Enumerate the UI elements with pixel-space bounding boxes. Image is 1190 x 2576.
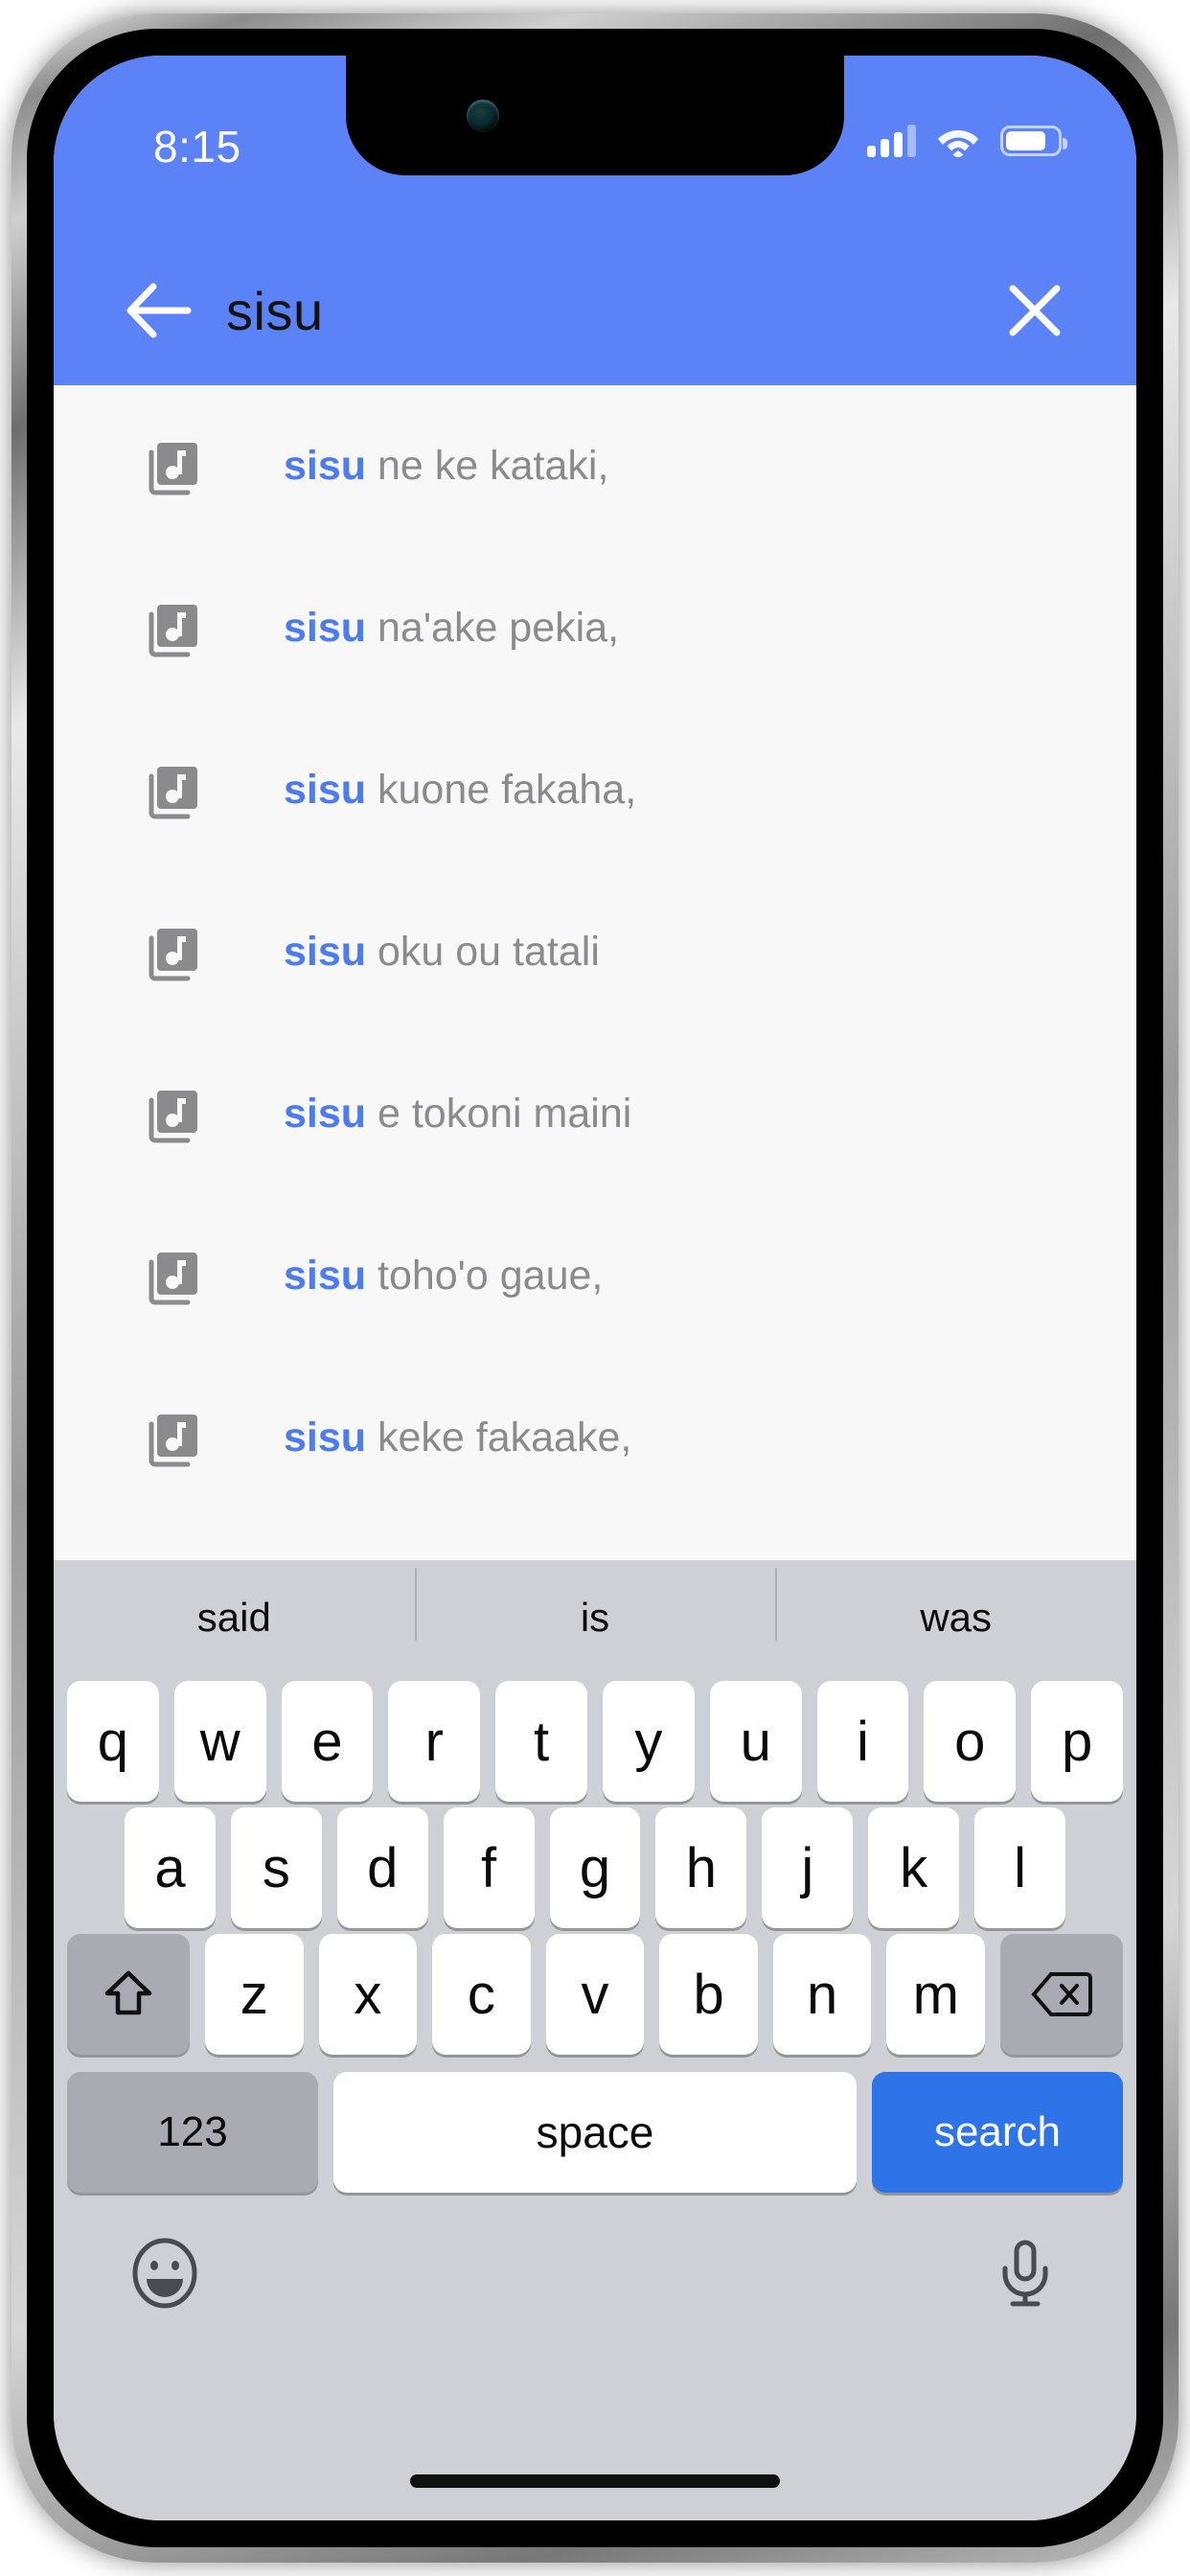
library-music-icon (149, 1090, 197, 1142)
battery-icon (1000, 126, 1067, 156)
backspace-key[interactable] (1000, 1934, 1124, 2055)
match-highlight: sisu (284, 767, 367, 813)
back-button[interactable] (109, 261, 209, 360)
keyboard-row-1: q w e r t y u i o p (54, 1681, 1136, 1802)
signal-bars-icon (867, 125, 916, 157)
key-z[interactable]: z (204, 1934, 304, 2055)
match-rest: kuone fakaha, (366, 767, 637, 813)
key-g[interactable]: g (549, 1807, 641, 1928)
space-key[interactable]: space (333, 2072, 857, 2193)
key-j[interactable]: j (762, 1807, 854, 1928)
list-item-label: sisu ne ke kataki, (284, 443, 608, 490)
key-c[interactable]: c (432, 1934, 531, 2055)
keyboard-bottom-bar (54, 2193, 1136, 2354)
list-item[interactable]: sisu toho'o gaue, (54, 1195, 1136, 1357)
status-bar-indicators (867, 125, 1067, 157)
key-m[interactable]: m (886, 1934, 986, 2055)
key-b[interactable]: b (659, 1934, 758, 2055)
list-item[interactable]: sisu ne ke kataki, (54, 385, 1136, 547)
virtual-keyboard: said is was q w e r t y u i o p a s d f (54, 1560, 1136, 2520)
shift-key[interactable] (66, 1934, 190, 2055)
match-rest: ne ke kataki, (366, 443, 609, 489)
library-music-icon (149, 1252, 197, 1304)
phone-device-frame: 8:15 sisu sisu ne ke kataki, sisu na'ake… (11, 13, 1179, 2563)
key-a[interactable]: a (125, 1807, 216, 1928)
key-p[interactable]: p (1031, 1681, 1123, 1802)
match-highlight: sisu (284, 929, 367, 975)
home-indicator[interactable] (410, 2474, 780, 2488)
match-highlight: sisu (284, 443, 367, 489)
list-item-label: sisu toho'o gaue, (284, 1253, 603, 1300)
library-music-icon (149, 442, 197, 494)
key-l[interactable]: l (974, 1807, 1066, 1928)
list-item[interactable]: sisu keke fakaake, (54, 1357, 1136, 1519)
key-h[interactable]: h (655, 1807, 747, 1928)
list-item-label: sisu keke fakaake, (284, 1414, 631, 1461)
list-item-label: sisu oku ou tatali (284, 929, 600, 976)
key-s[interactable]: s (230, 1807, 322, 1928)
key-x[interactable]: x (318, 1934, 418, 2055)
match-highlight: sisu (284, 1414, 367, 1460)
match-highlight: sisu (284, 605, 367, 651)
numbers-key[interactable]: 123 (67, 2072, 318, 2193)
search-query-text[interactable]: sisu (226, 280, 324, 342)
keyboard-row-4: 123 space search (54, 2072, 1136, 2193)
key-f[interactable]: f (443, 1807, 535, 1928)
phone-screen: 8:15 sisu sisu ne ke kataki, sisu na'ake… (54, 56, 1136, 2520)
search-app-bar: sisu (54, 236, 1136, 385)
match-rest: keke fakaake, (366, 1414, 632, 1460)
list-item[interactable]: sisu kuone fakaha, (54, 709, 1136, 871)
list-item-label: sisu e tokoni maini (284, 1091, 631, 1138)
match-rest: e tokoni maini (366, 1091, 632, 1137)
suggestion-chip[interactable]: said (54, 1595, 415, 1641)
list-item[interactable]: sisu oku ou tatali (54, 871, 1136, 1033)
match-highlight: sisu (284, 1091, 367, 1137)
key-n[interactable]: n (772, 1934, 872, 2055)
close-icon (1009, 285, 1061, 336)
key-i[interactable]: i (816, 1681, 909, 1802)
keyboard-row-3: z x c v b n m (54, 1934, 1136, 2055)
list-item[interactable]: sisu e tokoni maini (54, 1033, 1136, 1195)
suggestion-chip[interactable]: was (775, 1568, 1136, 1641)
key-r[interactable]: r (388, 1681, 481, 1802)
key-y[interactable]: y (603, 1681, 695, 1802)
match-rest: toho'o gaue, (366, 1253, 604, 1299)
match-highlight: sisu (284, 1253, 367, 1299)
library-music-icon (149, 604, 197, 656)
key-e[interactable]: e (281, 1681, 374, 1802)
backspace-delete-icon (1031, 1972, 1093, 2016)
library-music-icon (149, 766, 197, 818)
match-rest: oku ou tatali (366, 929, 600, 975)
status-bar-clock: 8:15 (153, 122, 241, 172)
search-results-list[interactable]: sisu ne ke kataki, sisu na'ake pekia, si… (54, 385, 1136, 1560)
key-w[interactable]: w (173, 1681, 266, 1802)
device-notch (346, 56, 844, 175)
list-item[interactable]: sisu na'ake pekia, (54, 547, 1136, 709)
keyboard-row-2: a s d f g h j k l (54, 1807, 1136, 1928)
library-music-icon (149, 1414, 197, 1466)
status-bar: 8:15 (54, 56, 1136, 236)
clear-search-button[interactable] (989, 264, 1081, 356)
arrow-left-icon (126, 283, 192, 338)
list-item-label: sisu kuone fakaha, (284, 767, 636, 814)
predictive-suggestion-bar: said is was (54, 1560, 1136, 1675)
library-music-icon (149, 928, 197, 980)
suggestion-chip[interactable]: is (414, 1568, 776, 1641)
wifi-icon (938, 130, 978, 157)
match-rest: na'ake pekia, (366, 605, 620, 651)
search-return-key[interactable]: search (872, 2072, 1123, 2193)
emoji-smiley-icon[interactable] (128, 2237, 201, 2310)
key-v[interactable]: v (545, 1934, 645, 2055)
list-item-label: sisu na'ake pekia, (284, 605, 619, 652)
key-d[interactable]: d (336, 1807, 428, 1928)
key-o[interactable]: o (924, 1681, 1017, 1802)
key-q[interactable]: q (67, 1681, 159, 1802)
shift-arrow-up-icon (104, 1970, 152, 2015)
key-u[interactable]: u (709, 1681, 802, 1802)
key-t[interactable]: t (495, 1681, 587, 1802)
microphone-icon[interactable] (989, 2237, 1062, 2310)
key-k[interactable]: k (868, 1807, 960, 1928)
front-camera-icon (467, 100, 499, 132)
